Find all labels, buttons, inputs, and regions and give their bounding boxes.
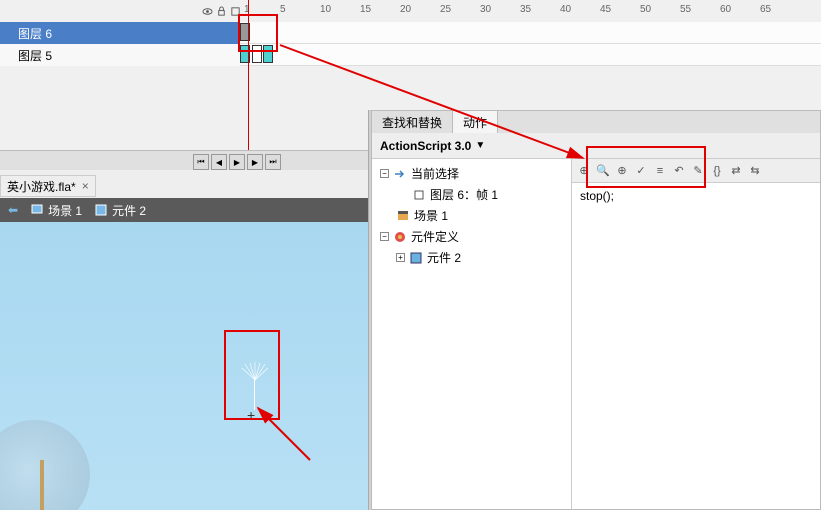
ruler-number: 60 bbox=[720, 4, 731, 15]
tree-symbol2[interactable]: + 元件 2 bbox=[372, 247, 571, 268]
prev-frame-button[interactable]: ◀ bbox=[211, 154, 227, 170]
script-version-bar: ActionScript 3.0 ▼ bbox=[372, 133, 820, 159]
close-tab-button[interactable]: × bbox=[82, 179, 89, 193]
seed-graphic[interactable] bbox=[240, 362, 270, 385]
ruler-number: 10 bbox=[320, 4, 331, 15]
script-version-dropdown[interactable]: ▼ bbox=[475, 140, 485, 151]
tree-collapse-icon[interactable]: − bbox=[380, 169, 389, 178]
symbol-label: 元件 2 bbox=[112, 202, 146, 219]
last-frame-button[interactable]: ⏭ bbox=[265, 154, 281, 170]
expand-icon[interactable]: ⇆ bbox=[747, 163, 763, 179]
ruler-number: 15 bbox=[360, 4, 371, 15]
movieclip-icon bbox=[409, 251, 423, 265]
edit-bar: ⬅ 场景 1 元件 2 bbox=[0, 198, 368, 222]
keyframe[interactable] bbox=[252, 45, 262, 63]
ruler-number: 50 bbox=[640, 4, 651, 15]
panel-tab-bar: 查找和替换 动作 bbox=[372, 111, 820, 133]
tree-expand-icon[interactable]: + bbox=[396, 253, 405, 262]
symbol-def-icon bbox=[393, 230, 407, 244]
ruler-number: 25 bbox=[440, 4, 451, 15]
ruler-number: 35 bbox=[520, 4, 531, 15]
tree-current-selection[interactable]: − 当前选择 bbox=[372, 163, 571, 184]
frame-row-layer5[interactable] bbox=[240, 44, 821, 66]
ruler-number: 40 bbox=[560, 4, 571, 15]
tree-label: 场景 1 bbox=[414, 207, 448, 224]
ruler-number: 45 bbox=[600, 4, 611, 15]
code-editor-pane: ⊕ 🔍 ⊕ ✓ ≡ ↶ ✎ {} ⇄ ⇆ stop(); bbox=[572, 159, 820, 509]
next-frame-button[interactable]: ▶ bbox=[247, 154, 263, 170]
symbol-crumb[interactable]: 元件 2 bbox=[94, 202, 146, 219]
frame-row-layer6[interactable] bbox=[240, 22, 821, 44]
playback-controls: ⏮ ◀ ▶ ▶ ⏭ bbox=[193, 154, 281, 170]
collapse-icon[interactable]: ⇄ bbox=[728, 163, 744, 179]
document-tab[interactable]: 英小游戏.fla* × bbox=[0, 175, 96, 197]
keyframe[interactable] bbox=[263, 45, 273, 63]
dandelion-graphic bbox=[0, 420, 90, 510]
script-navigator-tree: − 当前选择 图层 6：帧 1 场景 1 − bbox=[372, 159, 572, 509]
layer-header-icons bbox=[200, 0, 242, 22]
tab-find-replace[interactable]: 查找和替换 bbox=[372, 111, 453, 133]
code-toolbar: ⊕ 🔍 ⊕ ✓ ≡ ↶ ✎ {} ⇄ ⇆ bbox=[572, 159, 820, 183]
find-icon[interactable]: 🔍 bbox=[595, 163, 611, 179]
seed-stem bbox=[254, 380, 255, 410]
check-syntax-icon[interactable]: ✓ bbox=[633, 163, 649, 179]
playhead[interactable] bbox=[248, 0, 249, 170]
eye-icon[interactable] bbox=[202, 6, 213, 17]
back-button[interactable]: ⬅ bbox=[8, 203, 18, 217]
play-button[interactable]: ▶ bbox=[229, 154, 245, 170]
scene-crumb[interactable]: 场景 1 bbox=[30, 202, 82, 219]
code-text: stop(); bbox=[580, 189, 614, 203]
stage-canvas[interactable]: + bbox=[0, 222, 368, 510]
actions-panel: 查找和替换 动作 ActionScript 3.0 ▼ − 当前选择 图层 6：… bbox=[371, 110, 821, 510]
tree-label: 当前选择 bbox=[411, 165, 459, 182]
code-hint-icon[interactable]: ↶ bbox=[671, 163, 687, 179]
braces-icon[interactable]: {} bbox=[709, 163, 725, 179]
tree-label: 元件 2 bbox=[427, 249, 461, 266]
add-script-icon[interactable]: ⊕ bbox=[576, 163, 592, 179]
tree-scene[interactable]: 场景 1 bbox=[372, 205, 571, 226]
debug-icon[interactable]: ✎ bbox=[690, 163, 706, 179]
script-version-label: ActionScript 3.0 bbox=[380, 139, 471, 153]
tree-label: 元件定义 bbox=[411, 228, 459, 245]
first-frame-button[interactable]: ⏮ bbox=[193, 154, 209, 170]
tree-label: 图层 6：帧 1 bbox=[430, 186, 498, 203]
arrow-icon bbox=[393, 167, 407, 181]
registration-crosshair: + bbox=[247, 407, 255, 423]
ruler-number: 55 bbox=[680, 4, 691, 15]
timeline-frames[interactable] bbox=[240, 22, 821, 66]
code-textarea[interactable]: stop(); bbox=[572, 183, 820, 210]
clapper-icon bbox=[396, 209, 410, 223]
scene-label: 场景 1 bbox=[48, 202, 82, 219]
auto-format-icon[interactable]: ≡ bbox=[652, 163, 668, 179]
ruler-number: 65 bbox=[760, 4, 771, 15]
tree-collapse-icon[interactable]: − bbox=[380, 232, 389, 241]
stem-graphic bbox=[40, 460, 44, 510]
ruler-number: 5 bbox=[280, 4, 286, 15]
frame-icon bbox=[412, 188, 426, 202]
tree-symbol-definitions[interactable]: − 元件定义 bbox=[372, 226, 571, 247]
lock-icon[interactable] bbox=[216, 6, 227, 17]
insert-target-icon[interactable]: ⊕ bbox=[614, 163, 630, 179]
tree-layer-frame[interactable]: 图层 6：帧 1 bbox=[372, 184, 571, 205]
actions-panel-body: − 当前选择 图层 6：帧 1 场景 1 − bbox=[372, 159, 820, 509]
tab-actions[interactable]: 动作 bbox=[453, 111, 498, 133]
file-name-label: 英小游戏.fla* bbox=[7, 178, 76, 195]
ruler-number: 20 bbox=[400, 4, 411, 15]
outline-icon[interactable] bbox=[230, 6, 241, 17]
ruler-number: 30 bbox=[480, 4, 491, 15]
